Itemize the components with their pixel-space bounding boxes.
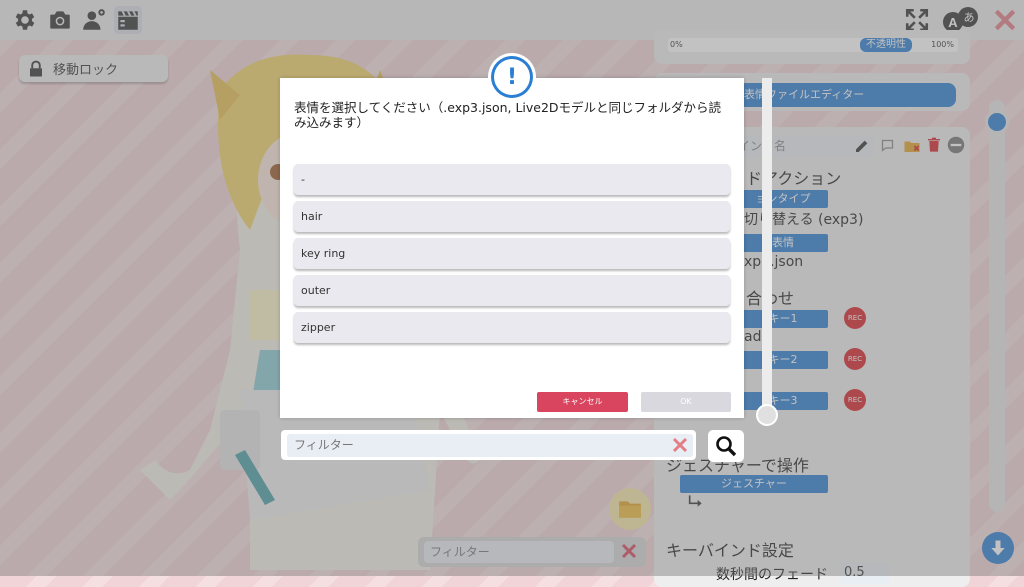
cancel-button[interactable]: キャンセル bbox=[537, 392, 628, 412]
search-icon bbox=[716, 436, 737, 457]
expression-select-dialog: 表情を選択してください（.exp3.json, Live2Dモデルと同じフォルダ… bbox=[280, 78, 744, 418]
dialog-option[interactable]: outer bbox=[294, 275, 730, 306]
dialog-option[interactable]: key ring bbox=[294, 238, 730, 269]
alert-icon: ! bbox=[491, 56, 533, 98]
dialog-option[interactable]: zipper bbox=[294, 312, 730, 343]
search-button[interactable] bbox=[708, 430, 744, 462]
clear-icon[interactable] bbox=[671, 436, 689, 454]
filter-input[interactable]: フィルター bbox=[287, 434, 693, 457]
dialog-vertical-slider[interactable] bbox=[762, 78, 772, 420]
dialog-option[interactable]: - bbox=[294, 164, 730, 195]
ok-button[interactable]: OK bbox=[641, 392, 731, 412]
dialog-option[interactable]: hair bbox=[294, 201, 730, 232]
dialog-message: 表情を選択してください（.exp3.json, Live2Dモデルと同じフォルダ… bbox=[294, 100, 722, 130]
filter-bar: フィルター bbox=[281, 430, 696, 460]
filter-placeholder: フィルター bbox=[294, 438, 354, 452]
dialog-slider-knob[interactable] bbox=[756, 404, 778, 426]
